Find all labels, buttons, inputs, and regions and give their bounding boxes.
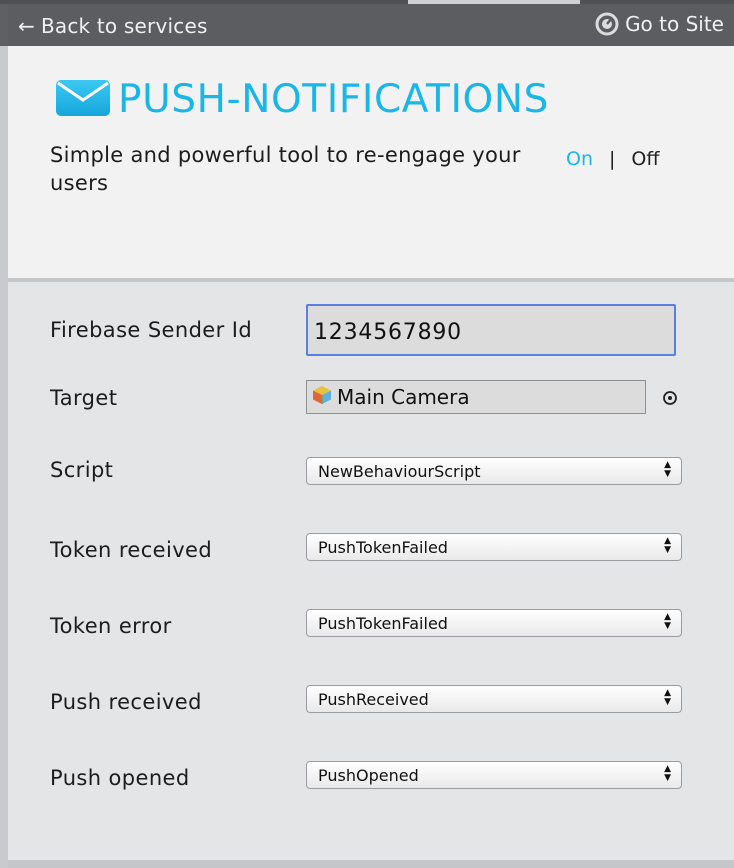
token-error-value: PushTokenFailed: [318, 614, 448, 633]
token-received-label: Token received: [50, 538, 213, 562]
sender-id-input[interactable]: 1234567890: [306, 304, 676, 356]
back-label: Back to services: [40, 14, 208, 38]
target-value: Main Camera: [337, 385, 470, 409]
go-to-site-label: Go to Site: [625, 12, 724, 36]
push-opened-label: Push opened: [50, 766, 190, 790]
panel-bottom-edge: [8, 860, 734, 868]
updown-arrows-icon: ▲ ▼: [664, 688, 671, 707]
service-toggle: On | Off: [566, 148, 659, 170]
script-dropdown[interactable]: NewBehaviourScript ▲ ▼: [306, 457, 682, 485]
object-picker-icon[interactable]: [662, 390, 678, 406]
speedometer-icon: [595, 12, 619, 36]
token-received-value: PushTokenFailed: [318, 538, 448, 557]
push-received-label: Push received: [50, 690, 202, 714]
go-to-site-link[interactable]: Go to Site: [595, 12, 724, 36]
script-label: Script: [50, 458, 114, 482]
gameobject-cube-icon: [311, 384, 333, 411]
toggle-separator: |: [609, 148, 616, 170]
toggle-off[interactable]: Off: [631, 148, 659, 170]
header-bar: ← Back to services Go to Site: [8, 4, 734, 46]
service-description: Simple and powerful tool to re-engage yo…: [50, 143, 521, 195]
left-arrow-icon: ←: [18, 14, 35, 38]
updown-arrows-icon: ▲ ▼: [664, 460, 671, 479]
token-error-dropdown[interactable]: PushTokenFailed ▲ ▼: [306, 609, 682, 637]
target-label: Target: [50, 386, 118, 410]
envelope-icon: [54, 76, 112, 122]
sender-id-label: Firebase Sender Id: [50, 318, 253, 342]
service-title-row: PUSH-NOTIFICATIONS: [54, 76, 549, 122]
back-to-services-link[interactable]: ← Back to services: [18, 14, 208, 38]
toggle-on[interactable]: On: [566, 148, 593, 170]
target-object-field[interactable]: Main Camera: [306, 380, 646, 414]
updown-arrows-icon: ▲ ▼: [664, 764, 671, 783]
push-received-dropdown[interactable]: PushReceived ▲ ▼: [306, 685, 682, 713]
push-received-value: PushReceived: [318, 690, 429, 709]
push-opened-dropdown[interactable]: PushOpened ▲ ▼: [306, 761, 682, 789]
service-title: PUSH-NOTIFICATIONS: [118, 76, 549, 122]
updown-arrows-icon: ▲ ▼: [664, 536, 671, 555]
updown-arrows-icon: ▲ ▼: [664, 612, 671, 631]
token-received-dropdown[interactable]: PushTokenFailed ▲ ▼: [306, 533, 682, 561]
push-opened-value: PushOpened: [318, 766, 419, 785]
left-scroll-edge: [0, 46, 8, 868]
token-error-label: Token error: [50, 614, 172, 638]
script-value: NewBehaviourScript: [318, 462, 481, 481]
